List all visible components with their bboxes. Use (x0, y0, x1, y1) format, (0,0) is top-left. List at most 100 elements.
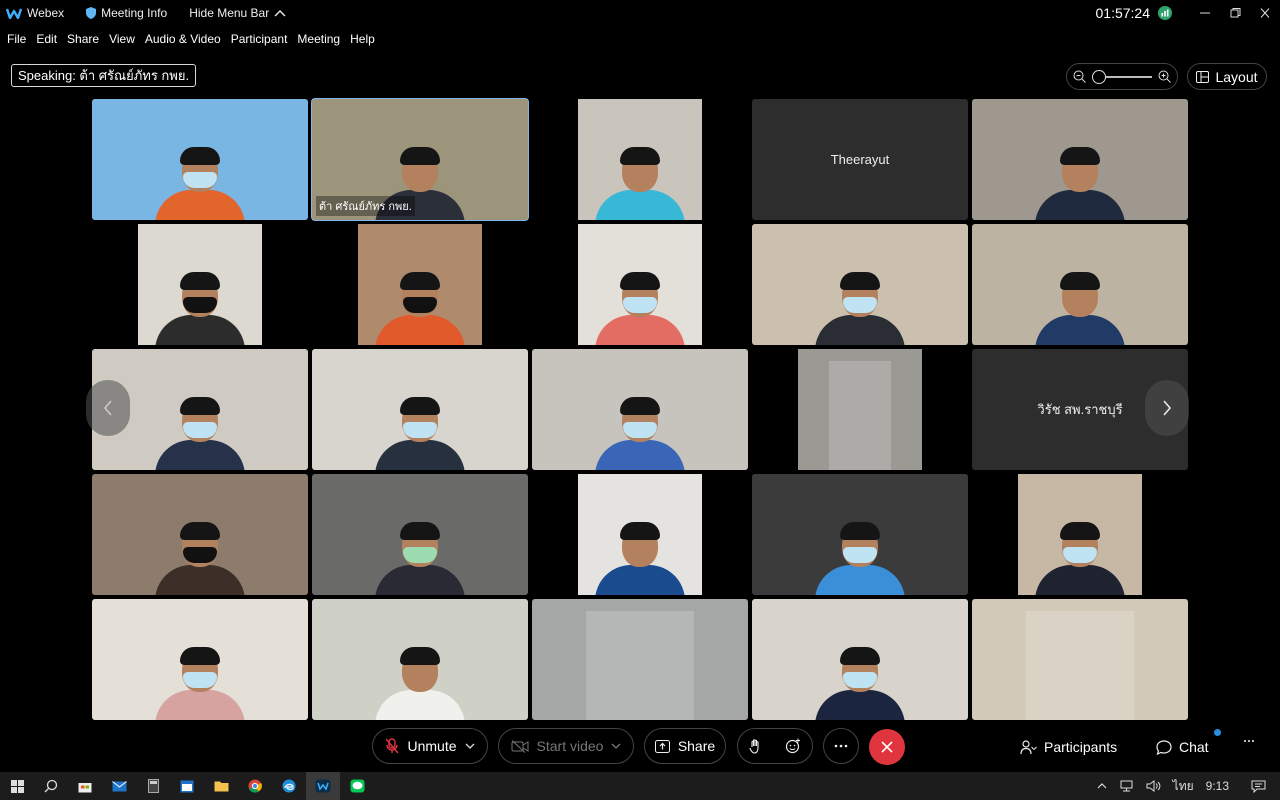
video-tile[interactable] (92, 99, 308, 220)
chat-notification-badge (1214, 729, 1221, 736)
close-icon[interactable] (1250, 8, 1280, 18)
reactions-group (737, 728, 813, 764)
end-meeting-button[interactable] (869, 729, 905, 765)
video-tile[interactable] (92, 224, 308, 345)
volume-icon[interactable] (1146, 780, 1161, 792)
video-tile[interactable] (532, 599, 748, 720)
unmute-button[interactable]: Unmute (372, 728, 488, 764)
chevron-down-icon[interactable] (611, 743, 621, 749)
chat-button[interactable]: Chat (1156, 739, 1209, 755)
video-tile[interactable] (312, 349, 528, 470)
video-tile[interactable] (972, 474, 1188, 595)
previous-page-arrow[interactable] (86, 380, 130, 436)
layout-grid-icon (1196, 70, 1210, 83)
calculator-icon[interactable] (136, 772, 170, 800)
webex-taskbar-icon[interactable] (306, 772, 340, 800)
chrome-icon[interactable] (238, 772, 272, 800)
menu-file[interactable]: File (7, 32, 26, 46)
video-tile[interactable] (752, 224, 968, 345)
menu-edit[interactable]: Edit (36, 32, 57, 46)
menu-share[interactable]: Share (67, 32, 99, 46)
meeting-timer: 01:57:24 (1095, 5, 1151, 21)
mail-icon[interactable] (102, 772, 136, 800)
next-page-arrow[interactable] (1145, 380, 1189, 436)
zoom-in-icon[interactable] (1158, 70, 1171, 83)
input-language[interactable]: ไทย (1173, 777, 1194, 796)
video-tile[interactable] (92, 474, 308, 595)
video-tile[interactable] (752, 599, 968, 720)
zoom-slider[interactable] (1092, 69, 1152, 84)
participant-figure (815, 272, 905, 345)
video-tile[interactable] (532, 99, 748, 220)
network-status-icon[interactable] (1158, 6, 1172, 20)
video-tile[interactable] (312, 224, 528, 345)
menu-help[interactable]: Help (350, 32, 375, 46)
participant-figure (1035, 272, 1125, 345)
share-icon (654, 739, 670, 753)
hide-menu-bar-button[interactable]: Hide Menu Bar (189, 6, 286, 20)
participants-button[interactable]: Participants (1020, 739, 1117, 755)
add-reaction-icon[interactable] (785, 738, 801, 754)
zoom-out-icon[interactable] (1073, 70, 1086, 83)
participant-figure (155, 272, 245, 345)
participant-figure (155, 397, 245, 470)
scene-background (1026, 611, 1134, 720)
participant-figure (375, 522, 465, 595)
video-tile[interactable] (92, 599, 308, 720)
menu-participant[interactable]: Participant (231, 32, 288, 46)
taskbar-clock[interactable]: 9:13 (1206, 779, 1229, 793)
menu-meeting[interactable]: Meeting (297, 32, 340, 46)
chevron-up-icon (274, 9, 286, 17)
restore-icon[interactable] (1220, 8, 1250, 18)
start-video-button[interactable]: Start video (498, 728, 634, 764)
video-tile[interactable] (752, 349, 968, 470)
meeting-info-label: Meeting Info (101, 6, 168, 20)
network-icon[interactable] (1119, 780, 1134, 792)
participant-video (972, 99, 1188, 220)
participant-video (1018, 474, 1142, 595)
zoom-slider-handle[interactable] (1092, 69, 1106, 84)
menu-audio-video[interactable]: Audio & Video (145, 32, 221, 46)
video-tile[interactable]: ต้า ศรัณย์ภัทร กพย. (311, 98, 529, 221)
video-tile[interactable] (312, 474, 528, 595)
chevron-down-icon[interactable] (465, 743, 475, 749)
participant-video (312, 349, 528, 470)
participant-video (752, 474, 968, 595)
more-horizontal-icon (834, 744, 848, 748)
people-icon (1020, 739, 1037, 755)
search-icon[interactable] (34, 772, 68, 800)
title-bar: Webex Meeting Info Hide Menu Bar 01:57:2… (0, 0, 1280, 26)
chat-bubble-icon (1156, 739, 1172, 755)
participant-video (578, 224, 702, 345)
file-explorer-icon[interactable] (204, 772, 238, 800)
video-tile[interactable] (972, 599, 1188, 720)
line-app-icon[interactable] (340, 772, 374, 800)
meeting-info-button[interactable]: Meeting Info (86, 6, 167, 20)
participant-figure (155, 147, 245, 220)
layout-button[interactable]: Layout (1187, 63, 1267, 90)
participant-video (358, 224, 482, 345)
video-tile[interactable] (532, 224, 748, 345)
raise-hand-icon[interactable] (749, 738, 762, 754)
video-tile[interactable] (312, 599, 528, 720)
edge-icon[interactable] (272, 772, 306, 800)
microsoft-store-icon[interactable] (68, 772, 102, 800)
unmute-label: Unmute (407, 738, 457, 754)
video-tile[interactable]: Theerayut (752, 99, 968, 220)
video-tile[interactable] (752, 474, 968, 595)
windows-start-icon[interactable] (0, 772, 34, 800)
video-tile[interactable] (972, 99, 1188, 220)
video-tile[interactable] (532, 349, 748, 470)
layout-label: Layout (1215, 68, 1258, 85)
minimize-icon[interactable] (1190, 8, 1220, 18)
more-panels-button[interactable] (1243, 739, 1255, 743)
chevron-up-icon[interactable] (1097, 783, 1107, 789)
app-menu[interactable]: Webex (0, 6, 64, 20)
menu-view[interactable]: View (109, 32, 135, 46)
share-button[interactable]: Share (644, 728, 726, 764)
notification-icon[interactable] (1251, 780, 1266, 793)
video-tile[interactable] (532, 474, 748, 595)
calendar-icon[interactable] (170, 772, 204, 800)
more-options-button[interactable] (823, 728, 859, 764)
video-tile[interactable] (972, 224, 1188, 345)
